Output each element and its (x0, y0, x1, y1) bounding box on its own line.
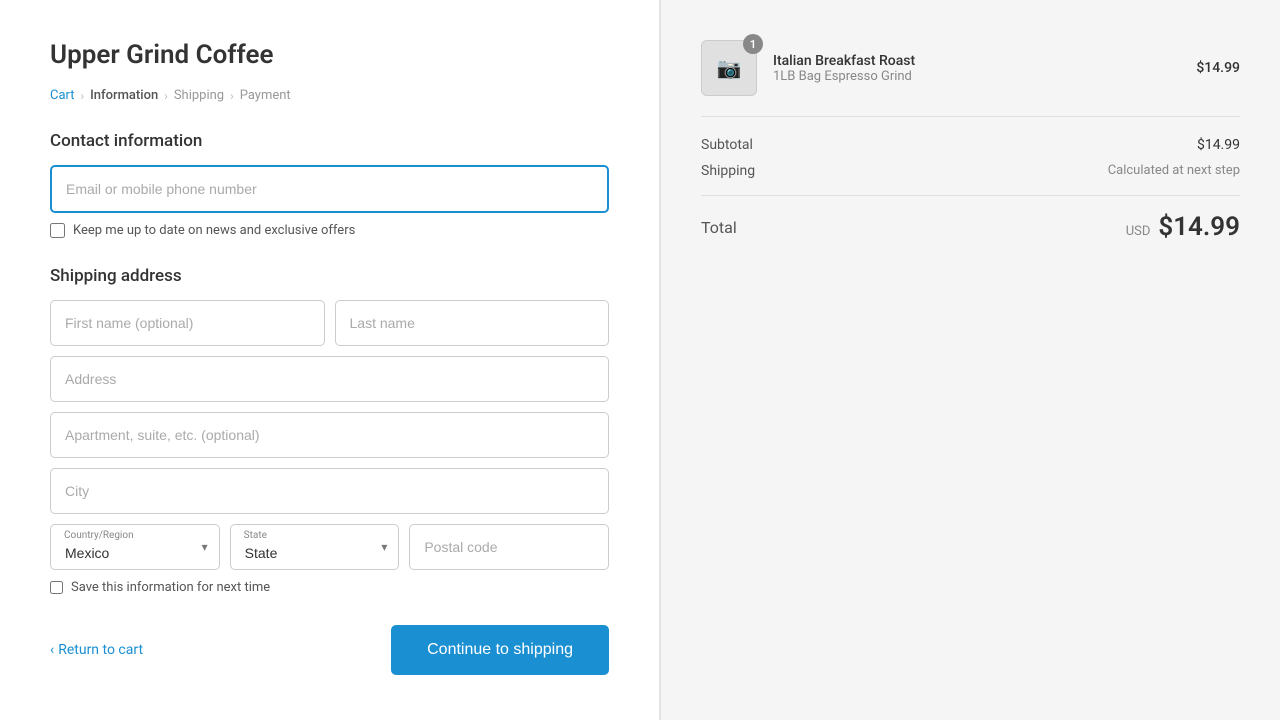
contact-section-title: Contact information (50, 131, 609, 151)
breadcrumb-payment: Payment (240, 88, 291, 103)
region-row: Country/Region Mexico ▾ State State ▾ (50, 524, 609, 570)
item-quantity-badge: 1 (743, 34, 763, 54)
total-value: $14.99 (1158, 212, 1240, 242)
total-amount: USD $14.99 (1126, 212, 1240, 242)
breadcrumb-sep-2: › (164, 89, 168, 103)
item-description: 1LB Bag Espresso Grind (773, 69, 1180, 84)
total-label: Total (701, 218, 737, 237)
first-name-input[interactable] (50, 300, 325, 346)
name-row (50, 300, 609, 346)
camera-icon: 📷 (717, 56, 742, 80)
total-currency: USD (1126, 224, 1151, 239)
breadcrumb: Cart › Information › Shipping › Payment (50, 88, 609, 103)
item-price: $14.99 (1196, 60, 1240, 76)
item-info: Italian Breakfast Roast 1LB Bag Espresso… (773, 53, 1180, 84)
item-name: Italian Breakfast Roast (773, 53, 1180, 69)
continue-to-shipping-button[interactable]: Continue to shipping (391, 625, 609, 675)
newsletter-label[interactable]: Keep me up to date on news and exclusive… (73, 223, 355, 238)
newsletter-checkbox[interactable] (50, 223, 65, 238)
footer-buttons: ‹ Return to cart Continue to shipping (50, 625, 609, 675)
price-divider (701, 195, 1240, 196)
newsletter-row: Keep me up to date on news and exclusive… (50, 223, 609, 238)
return-to-cart-label: Return to cart (58, 642, 143, 658)
breadcrumb-shipping: Shipping (174, 88, 224, 103)
item-image-wrapper: 📷 1 (701, 40, 757, 96)
save-info-label[interactable]: Save this information for next time (71, 580, 270, 595)
save-info-checkbox[interactable] (50, 581, 63, 594)
subtotal-label: Subtotal (701, 137, 753, 153)
return-to-cart-link[interactable]: ‹ Return to cart (50, 642, 143, 658)
shipping-row: Shipping Calculated at next step (701, 163, 1240, 179)
apartment-input[interactable] (50, 412, 609, 458)
subtotal-row: Subtotal $14.99 (701, 137, 1240, 153)
order-summary-panel: 📷 1 Italian Breakfast Roast 1LB Bag Espr… (660, 0, 1280, 720)
store-title: Upper Grind Coffee (50, 40, 609, 70)
subtotal-value: $14.99 (1197, 137, 1240, 153)
last-name-input[interactable] (335, 300, 610, 346)
breadcrumb-information: Information (90, 88, 158, 103)
shipping-section-title: Shipping address (50, 266, 609, 286)
shipping-value: Calculated at next step (1108, 163, 1240, 179)
save-info-row: Save this information for next time (50, 580, 609, 595)
country-select-wrapper: Country/Region Mexico ▾ (50, 524, 220, 570)
state-label: State (244, 530, 267, 541)
back-arrow-icon: ‹ (50, 642, 54, 658)
address-input[interactable] (50, 356, 609, 402)
shipping-label: Shipping (701, 163, 755, 179)
breadcrumb-cart[interactable]: Cart (50, 88, 75, 103)
email-input[interactable] (50, 165, 609, 213)
country-label: Country/Region (64, 530, 134, 541)
order-item: 📷 1 Italian Breakfast Roast 1LB Bag Espr… (701, 40, 1240, 117)
checkout-left-panel: Upper Grind Coffee Cart › Information › … (0, 0, 660, 720)
state-select-wrapper: State State ▾ (230, 524, 400, 570)
total-row: Total USD $14.99 (701, 212, 1240, 242)
postal-code-input[interactable] (409, 524, 609, 570)
breadcrumb-sep-1: › (81, 89, 85, 103)
city-input[interactable] (50, 468, 609, 514)
breadcrumb-sep-3: › (230, 89, 234, 103)
